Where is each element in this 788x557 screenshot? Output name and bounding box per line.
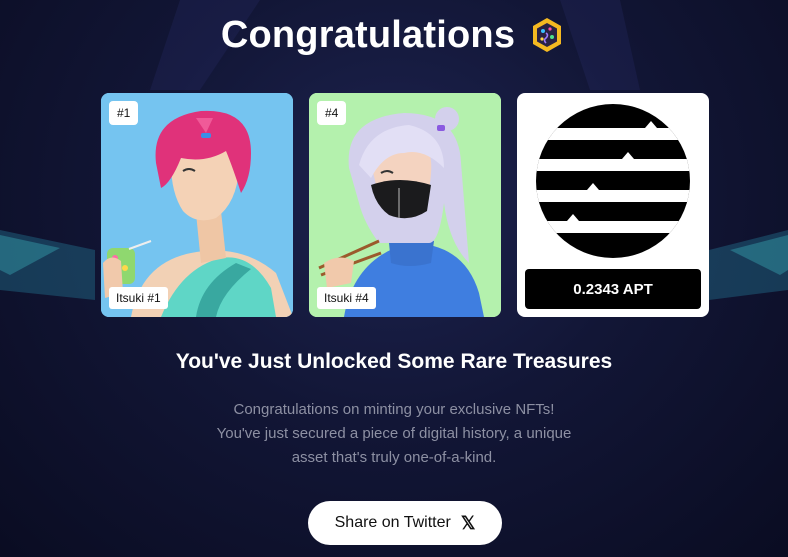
description-line: Congratulations on minting your exclusiv… <box>233 401 555 418</box>
title-row: Congratulations <box>0 10 788 60</box>
share-on-twitter-button[interactable]: Share on Twitter 𝕏 <box>308 501 502 545</box>
nft-name-label: Itsuki #4 <box>317 287 376 309</box>
nft-card-1[interactable]: #1 Itsuki #1 <box>101 93 293 317</box>
description-line: You've just secured a piece of digital h… <box>216 425 572 442</box>
nft-rank-badge: #4 <box>317 101 347 125</box>
nft-name-label: Itsuki #1 <box>109 287 168 309</box>
token-amount-pill: 0.2343 APT <box>525 269 701 309</box>
nft-card-2[interactable]: #4 Itsuki #4 <box>309 93 501 317</box>
share-button-label: Share on Twitter <box>334 514 451 531</box>
nft-artwork-2 <box>309 93 501 317</box>
nft-rank-badge: #1 <box>109 101 139 125</box>
nft-artwork-1 <box>101 93 293 317</box>
token-reward-card[interactable]: 0.2343 APT <box>517 93 709 317</box>
unlock-heading: You've Just Unlocked Some Rare Treasures <box>175 350 613 373</box>
party-badge-icon <box>533 18 562 52</box>
congrats-description: Congratulations on minting your exclusiv… <box>0 398 788 470</box>
reward-cards: #1 Itsuki #1 #4 Itsuki #4 0.2343 APT <box>101 93 709 317</box>
page-title: Congratulations <box>220 13 516 56</box>
token-amount: 0.2343 APT <box>573 280 653 298</box>
description-line: asset that's truly one-of-a-kind. <box>291 449 497 466</box>
x-logo-icon: 𝕏 <box>460 513 476 533</box>
